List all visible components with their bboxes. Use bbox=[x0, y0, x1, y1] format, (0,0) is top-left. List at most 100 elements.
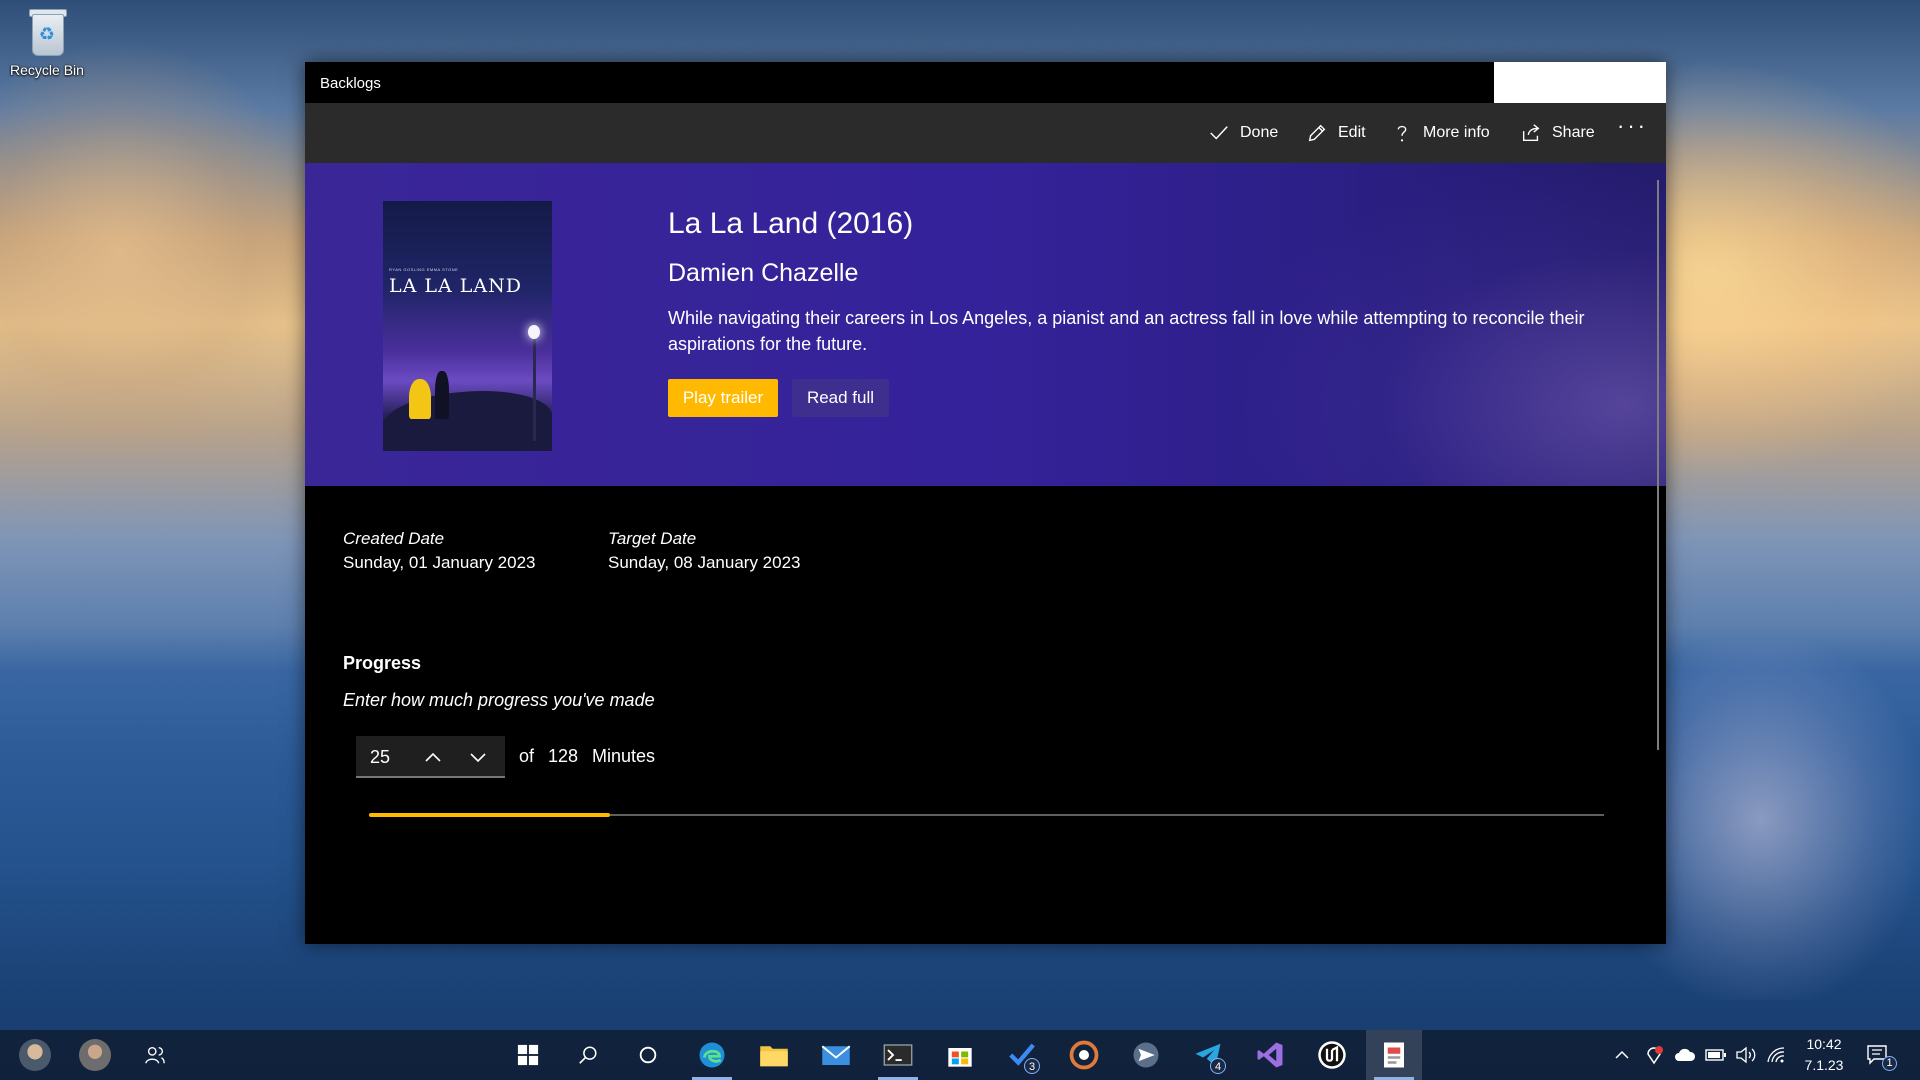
pencil-icon bbox=[1308, 124, 1326, 142]
taskbar-telegram[interactable]: 4 bbox=[1180, 1030, 1236, 1080]
wifi-icon bbox=[1767, 1047, 1785, 1063]
poster-title: LA LA LAND bbox=[389, 275, 522, 297]
target-date-value: Sunday, 08 January 2023 bbox=[608, 553, 801, 572]
send-icon bbox=[1133, 1042, 1159, 1068]
progress-heading: Progress bbox=[343, 653, 422, 673]
movie-title: La La Land (2016) bbox=[668, 207, 914, 240]
tray-onedrive[interactable] bbox=[1674, 1030, 1696, 1080]
avatar bbox=[79, 1039, 111, 1071]
taskbar-visual-studio[interactable] bbox=[1242, 1030, 1298, 1080]
taskbar-todo[interactable]: 3 bbox=[994, 1030, 1050, 1080]
chevron-up-icon bbox=[1615, 1050, 1629, 1059]
notification-count-badge: 1 bbox=[1882, 1056, 1897, 1071]
taskbar: 3 4 10:42 7.1.23 1 bbox=[0, 1030, 1920, 1080]
vertical-scrollbar[interactable] bbox=[1657, 180, 1659, 750]
taskbar-backlogs[interactable] bbox=[1366, 1030, 1422, 1080]
title-bar[interactable]: Backlogs bbox=[305, 62, 1666, 103]
volume-icon bbox=[1736, 1046, 1756, 1064]
edit-button[interactable]: Edit bbox=[1306, 103, 1366, 163]
visual-studio-icon bbox=[1257, 1042, 1283, 1068]
action-center-button[interactable]: 1 bbox=[1866, 1030, 1897, 1080]
cortana-button[interactable] bbox=[620, 1030, 676, 1080]
tray-battery[interactable] bbox=[1705, 1030, 1727, 1080]
question-icon bbox=[1397, 125, 1407, 142]
chevron-up-icon[interactable] bbox=[421, 745, 445, 769]
telegram-badge: 4 bbox=[1210, 1058, 1226, 1074]
tray-location[interactable] bbox=[1645, 1030, 1663, 1080]
movie-hero: RYAN GOSLING EMMA STONE LA LA LAND La La… bbox=[305, 163, 1666, 486]
tray-volume[interactable] bbox=[1735, 1030, 1757, 1080]
location-pin-icon bbox=[1647, 1046, 1663, 1065]
created-date-label: Created Date bbox=[343, 529, 445, 548]
store-icon bbox=[948, 1048, 972, 1067]
wallpaper-sky-glow-left bbox=[0, 40, 320, 460]
poster-cast: RYAN GOSLING EMMA STONE bbox=[389, 267, 459, 272]
taskbar-unreal[interactable] bbox=[1304, 1030, 1360, 1080]
folder-icon bbox=[760, 1046, 788, 1067]
more-options-button[interactable]: ··· bbox=[1617, 113, 1648, 139]
backlogs-app-icon bbox=[1384, 1042, 1404, 1068]
created-date-value: Sunday, 01 January 2023 bbox=[343, 553, 536, 572]
command-bar: Done Edit More info Share ··· bbox=[305, 103, 1666, 163]
share-button[interactable]: Share bbox=[1520, 103, 1595, 163]
mail-icon bbox=[821, 1045, 851, 1065]
desktop-icon-recycle-bin[interactable]: ♻ Recycle Bin bbox=[4, 6, 90, 78]
recycle-bin-label: Recycle Bin bbox=[10, 62, 84, 78]
taskbar-store[interactable] bbox=[932, 1030, 988, 1080]
taskbar-messages[interactable] bbox=[1118, 1030, 1174, 1080]
windows-icon bbox=[517, 1044, 539, 1066]
progress-number-box[interactable]: 25 bbox=[356, 736, 505, 778]
more-info-label: More info bbox=[1423, 124, 1490, 141]
taskbar-edge[interactable] bbox=[684, 1030, 740, 1080]
tray-wifi[interactable] bbox=[1766, 1030, 1786, 1080]
movie-director: Damien Chazelle bbox=[668, 259, 859, 287]
taskbar-profile-2[interactable] bbox=[67, 1030, 123, 1080]
share-icon bbox=[1522, 124, 1540, 142]
music-disc-icon bbox=[1069, 1040, 1099, 1070]
battery-icon bbox=[1705, 1049, 1726, 1061]
progress-hint: Enter how much progress you've made bbox=[343, 690, 655, 710]
unreal-icon bbox=[1318, 1041, 1346, 1069]
cortana-icon bbox=[639, 1046, 657, 1064]
search-button[interactable] bbox=[560, 1030, 616, 1080]
taskbar-mail[interactable] bbox=[808, 1030, 864, 1080]
progress-current-value[interactable]: 25 bbox=[370, 747, 390, 768]
taskbar-profile-1[interactable] bbox=[7, 1030, 63, 1080]
poster-dancer-yellow bbox=[409, 379, 431, 419]
movie-poster: RYAN GOSLING EMMA STONE LA LA LAND bbox=[383, 201, 552, 451]
poster-lamp-light bbox=[528, 325, 540, 339]
read-full-button[interactable]: Read full bbox=[792, 379, 889, 417]
poster-dancer-dark bbox=[435, 371, 449, 419]
window-title: Backlogs bbox=[320, 75, 381, 92]
avatar bbox=[19, 1039, 51, 1071]
taskbar-clock[interactable]: 10:42 7.1.23 bbox=[1796, 1034, 1852, 1076]
clock-time: 10:42 bbox=[1806, 1036, 1842, 1052]
terminal-icon bbox=[883, 1044, 913, 1066]
chevron-down-icon[interactable] bbox=[466, 745, 490, 769]
progress-of-label: of bbox=[519, 746, 535, 766]
tray-overflow-button[interactable] bbox=[1614, 1030, 1630, 1080]
progress-fill bbox=[369, 813, 610, 817]
progress-unit: Minutes bbox=[592, 746, 656, 766]
progress-total: 128 bbox=[548, 746, 579, 766]
window-controls[interactable] bbox=[1494, 62, 1666, 103]
people-icon[interactable] bbox=[127, 1030, 183, 1080]
todo-badge: 3 bbox=[1024, 1058, 1040, 1074]
recycle-bin-icon: ♻ bbox=[24, 6, 70, 58]
play-trailer-button[interactable]: Play trailer bbox=[668, 379, 778, 417]
taskbar-groove[interactable] bbox=[1056, 1030, 1112, 1080]
movie-description: While navigating their careers in Los An… bbox=[668, 308, 1585, 354]
checkmark-icon bbox=[1210, 126, 1228, 140]
start-button[interactable] bbox=[500, 1030, 556, 1080]
more-info-button[interactable]: More info bbox=[1391, 103, 1490, 163]
app-window: Backlogs Done Edit More info Share ··· R… bbox=[305, 62, 1666, 944]
taskbar-terminal[interactable] bbox=[870, 1030, 926, 1080]
search-icon bbox=[579, 1046, 597, 1064]
done-label: Done bbox=[1240, 124, 1279, 141]
target-date-label: Target Date bbox=[608, 529, 697, 548]
share-label: Share bbox=[1552, 124, 1595, 141]
edit-label: Edit bbox=[1338, 124, 1366, 141]
done-button[interactable]: Done bbox=[1208, 103, 1278, 163]
poster-lamppost bbox=[533, 331, 536, 441]
taskbar-file-explorer[interactable] bbox=[746, 1030, 802, 1080]
